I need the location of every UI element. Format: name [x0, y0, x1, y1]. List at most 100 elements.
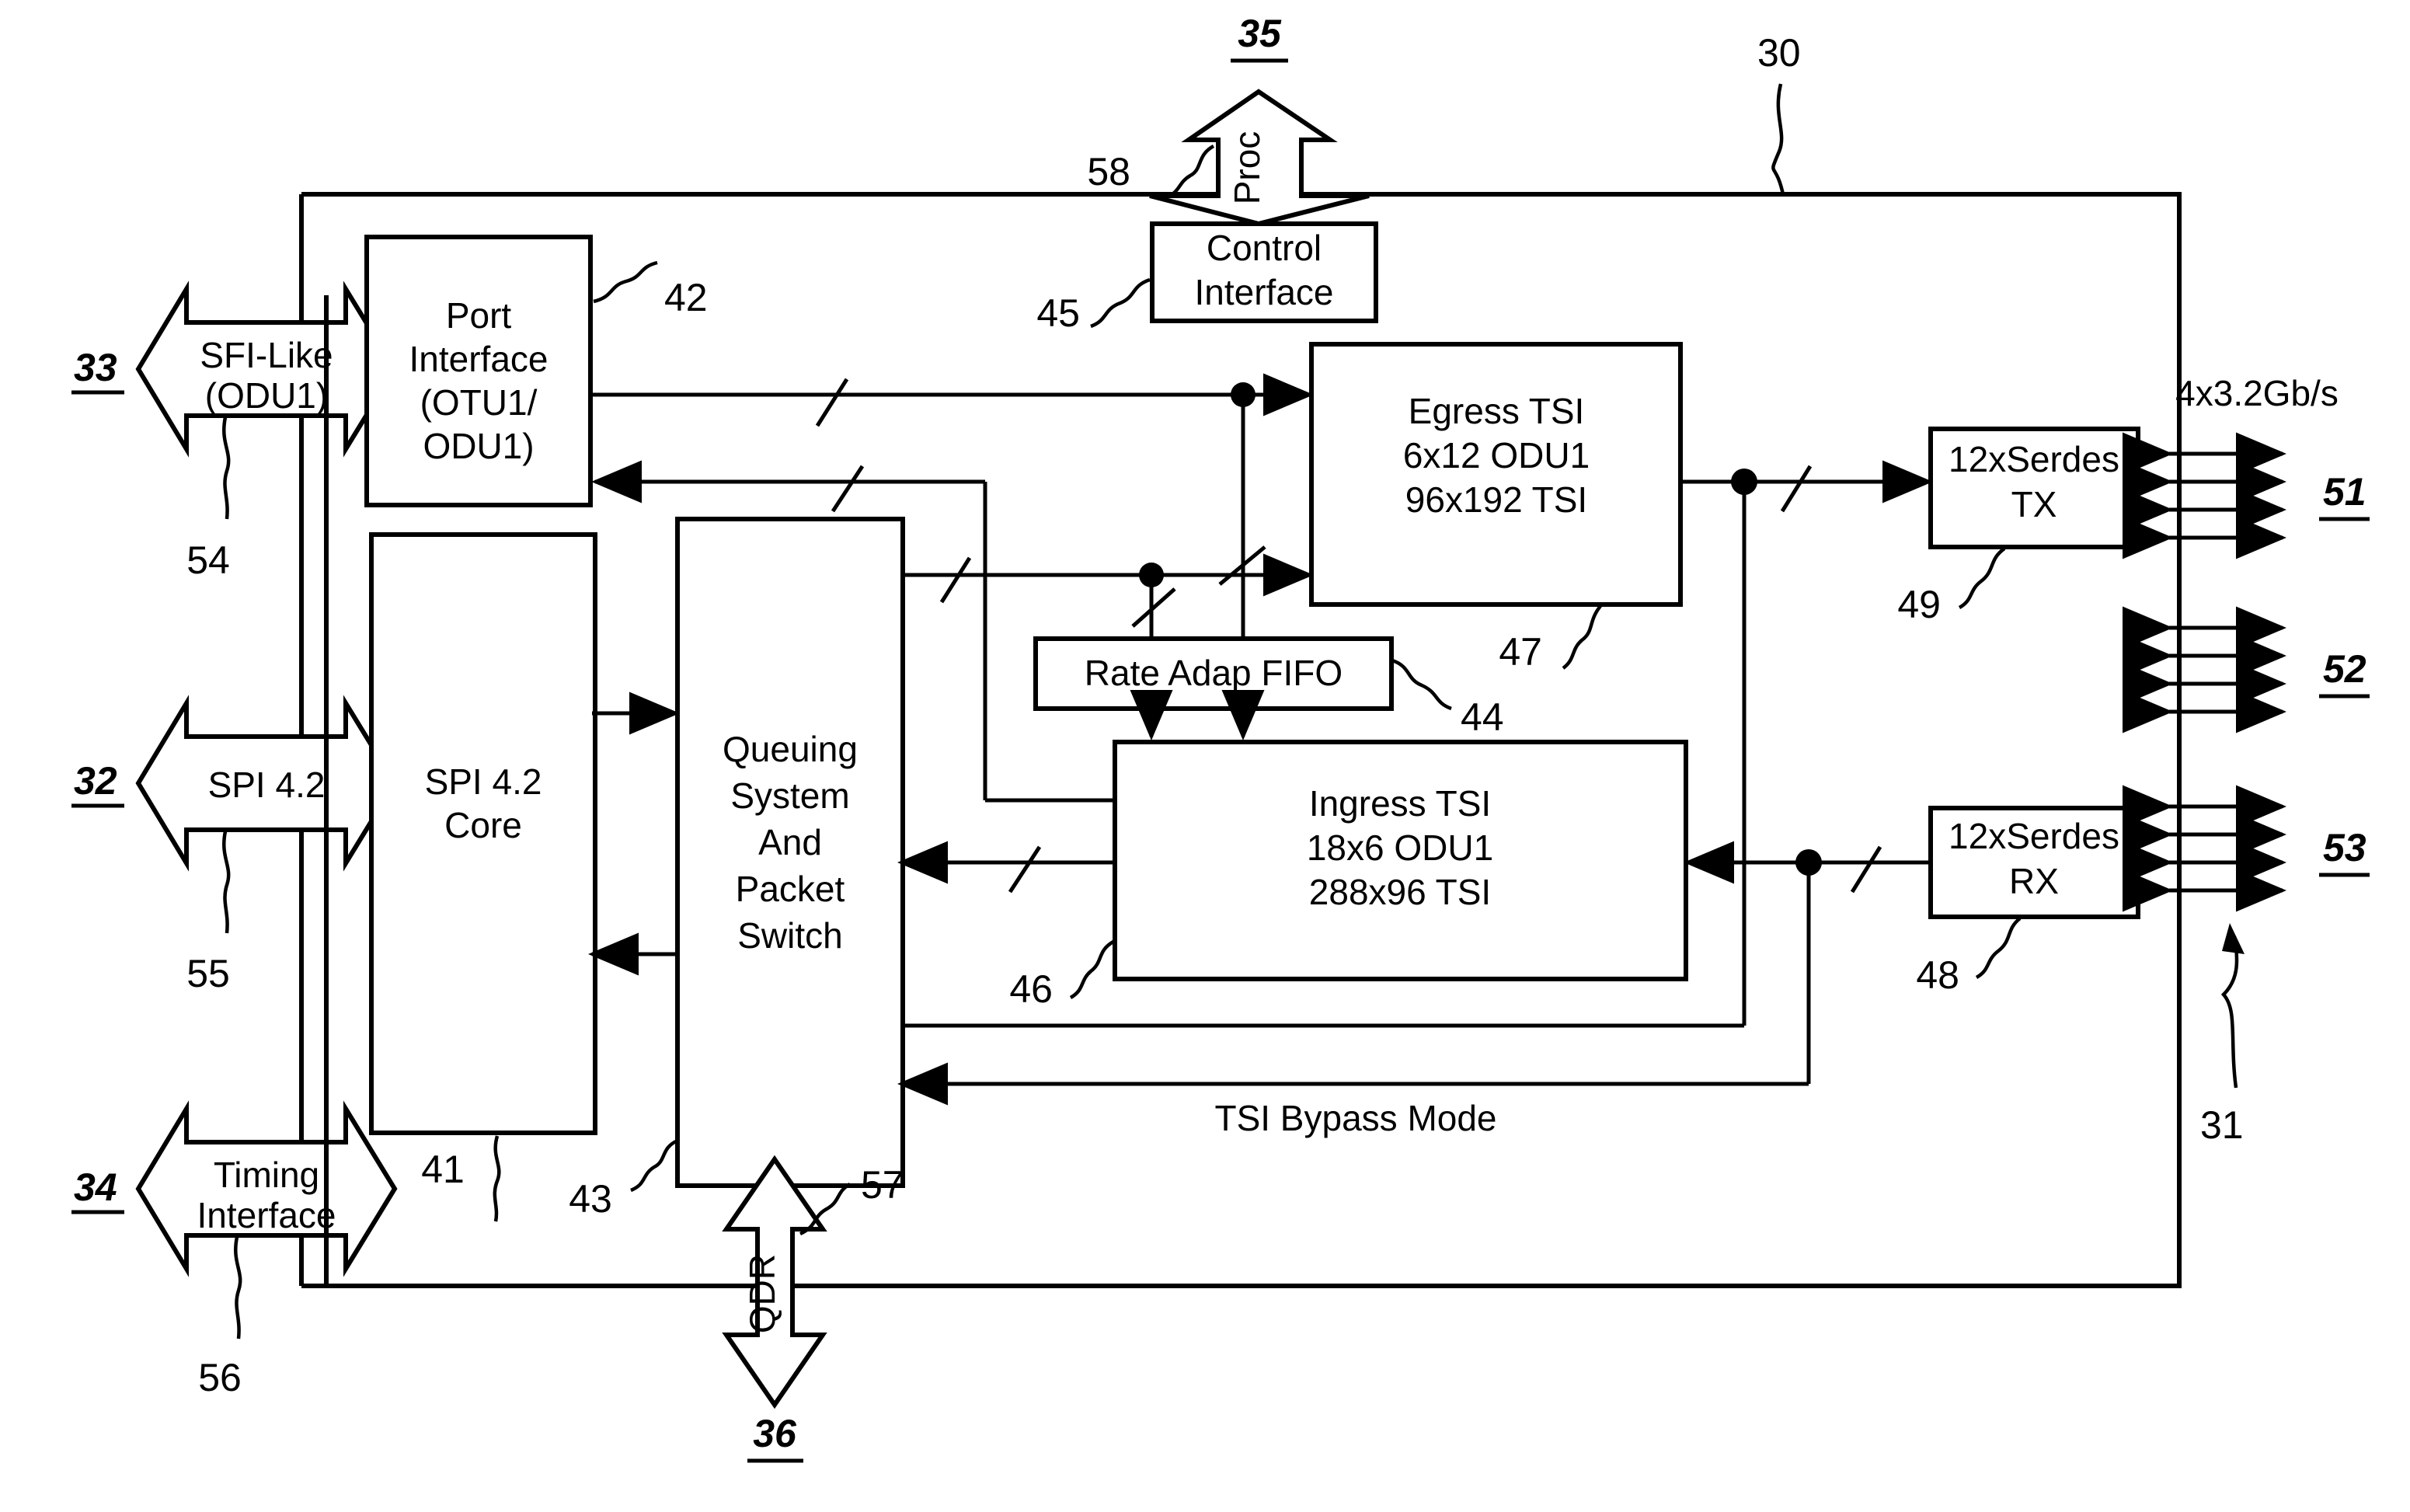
ingress-tsi-line-1: Ingress TSI	[1309, 783, 1491, 824]
serdes-rx-block[interactable]: 12xSerdes RX	[1928, 806, 2140, 919]
ref-46: 46	[1009, 940, 1115, 1011]
conn-egress-to-serdestx	[1680, 460, 1933, 513]
figure-canvas: 30 31 SFI-Like (ODU1) 33 54 SPI 4.2 32 5…	[0, 0, 2410, 1512]
qdr-label: QDR	[742, 1254, 782, 1333]
ref-54: 54	[186, 416, 231, 582]
lane-group-52[interactable]: 52	[2123, 606, 2370, 733]
ref-34-label: 34	[74, 1165, 117, 1209]
conn-port-to-egress	[592, 373, 1314, 427]
ref-55: 55	[186, 831, 231, 995]
queuing-line-2: System	[730, 775, 849, 816]
ref-48: 48	[1916, 917, 2022, 997]
lane-group-51[interactable]: 51	[2123, 432, 2370, 559]
ref-33-label: 33	[74, 346, 117, 389]
ref-46-label: 46	[1009, 967, 1053, 1011]
ref-52-label: 52	[2323, 647, 2366, 691]
ingress-tsi-line-3: 288x96 TSI	[1309, 872, 1491, 912]
ref-58: 58	[1087, 145, 1215, 200]
timing-interface[interactable]: Timing Interface	[135, 1100, 398, 1277]
ref-34: 34	[71, 1165, 124, 1214]
port-interface-line-4: ODU1)	[423, 426, 534, 466]
ref-32-label: 32	[74, 759, 117, 803]
sfi-like-label-1: SFI-Like	[200, 335, 333, 375]
ref-30: 30	[1757, 31, 1801, 195]
proc-interface[interactable]: Proc	[1149, 89, 1370, 227]
tsi-bypass-mode-label: TSI Bypass Mode	[1214, 1098, 1496, 1138]
ingress-tsi-block[interactable]: Ingress TSI 18x6 ODU1 288x96 TSI	[1113, 740, 1688, 981]
proc-label: Proc	[1227, 131, 1267, 205]
ref-58-label: 58	[1087, 150, 1130, 193]
ref-45-label: 45	[1036, 291, 1080, 335]
egress-tsi-block[interactable]: Egress TSI 6x12 ODU1 96x192 TSI	[1309, 342, 1683, 607]
rate-label-group: 4x3.2Gb/s	[2175, 373, 2339, 413]
queuing-line-5: Switch	[737, 915, 842, 956]
egress-tsi-line-2: 6x12 ODU1	[1403, 435, 1590, 476]
conn-spicore-to-queue	[588, 692, 680, 976]
ref-54-label: 54	[186, 538, 230, 582]
ref-35-label: 35	[1238, 12, 1282, 55]
ref-42: 42	[593, 260, 708, 319]
serdes-tx-line-1: 12xSerdes	[1949, 439, 2119, 479]
qdr-interface[interactable]: QDR	[722, 1155, 827, 1409]
ref-43-label: 43	[569, 1177, 612, 1221]
ref-47: 47	[1499, 604, 1602, 674]
ref-55-label: 55	[186, 952, 230, 995]
ref-45: 45	[1036, 277, 1151, 335]
control-interface-block[interactable]: Control Interface	[1150, 221, 1378, 323]
ref-42-label: 42	[664, 276, 708, 319]
ref-36: 36	[747, 1412, 803, 1463]
egress-tsi-line-3: 96x192 TSI	[1405, 479, 1587, 520]
ingress-tsi-line-2: 18x6 ODU1	[1307, 827, 1493, 868]
ref-33: 33	[71, 346, 124, 395]
control-interface-line-2: Interface	[1195, 272, 1334, 312]
ref-57-label: 57	[861, 1163, 904, 1207]
ref-36-label: 36	[753, 1412, 797, 1455]
serdes-rx-line-2: RX	[2009, 861, 2059, 901]
port-interface-line-1: Port	[446, 295, 512, 336]
ref-30-label: 30	[1757, 31, 1801, 75]
ref-48-label: 48	[1916, 953, 1959, 997]
ref-56-label: 56	[198, 1356, 242, 1399]
spi42-interface[interactable]: SPI 4.2	[135, 695, 398, 872]
queuing-line-4: Packet	[736, 869, 845, 909]
ref-44-label: 44	[1461, 695, 1504, 739]
spi-core-block[interactable]: SPI 4.2 Core	[369, 532, 597, 1135]
timing-label-2: Interface	[197, 1195, 336, 1235]
spi42-label: SPI 4.2	[208, 765, 326, 805]
rate-label: 4x3.2Gb/s	[2175, 373, 2339, 413]
conn-egress-branch-fifo	[1218, 395, 1266, 639]
ref-41: 41	[421, 1135, 501, 1222]
timing-label-1: Timing	[214, 1155, 319, 1195]
ref-44: 44	[1391, 658, 1504, 739]
conn-fifo-to-ingress	[1130, 690, 1265, 740]
ref-31-label: 31	[2200, 1103, 2244, 1147]
lane-group-53[interactable]: 53	[2123, 785, 2370, 912]
egress-tsi-line-1: Egress TSI	[1409, 391, 1585, 431]
queuing-line-3: And	[758, 822, 822, 862]
ref-43: 43	[569, 1138, 679, 1221]
rate-adap-fifo-label: Rate Adap FIFO	[1085, 653, 1343, 693]
queuing-block[interactable]: Queuing System And Packet Switch	[675, 517, 905, 1188]
ref-47-label: 47	[1499, 630, 1542, 674]
spi-core-line-2: Core	[444, 805, 522, 845]
serdes-tx-line-2: TX	[2011, 484, 2057, 524]
queuing-line-1: Queuing	[723, 729, 858, 769]
port-interface-line-3: (OTU1/	[420, 382, 538, 423]
control-interface-line-1: Control	[1207, 228, 1322, 268]
spi-core-line-1: SPI 4.2	[425, 761, 542, 802]
ref-32: 32	[71, 759, 124, 808]
conn-queue-to-egress	[903, 553, 1314, 639]
conn-ingress-to-queue	[897, 841, 1113, 894]
serdes-tx-block[interactable]: 12xSerdes TX	[1928, 427, 2140, 549]
ref-56: 56	[198, 1236, 242, 1399]
ref-41-label: 41	[421, 1148, 465, 1191]
serdes-rx-line-1: 12xSerdes	[1949, 816, 2119, 856]
port-interface-block[interactable]: Port Interface (OTU1/ ODU1)	[364, 235, 593, 507]
port-interface-line-2: Interface	[409, 339, 549, 379]
ref-53-label: 53	[2323, 826, 2366, 869]
ref-31: 31	[2200, 923, 2245, 1147]
ref-49-label: 49	[1897, 583, 1941, 626]
rate-adap-fifo-block[interactable]: Rate Adap FIFO	[1033, 636, 1394, 711]
sfi-like-interface[interactable]: SFI-Like (ODU1)	[135, 280, 398, 458]
ref-49: 49	[1897, 547, 2006, 626]
